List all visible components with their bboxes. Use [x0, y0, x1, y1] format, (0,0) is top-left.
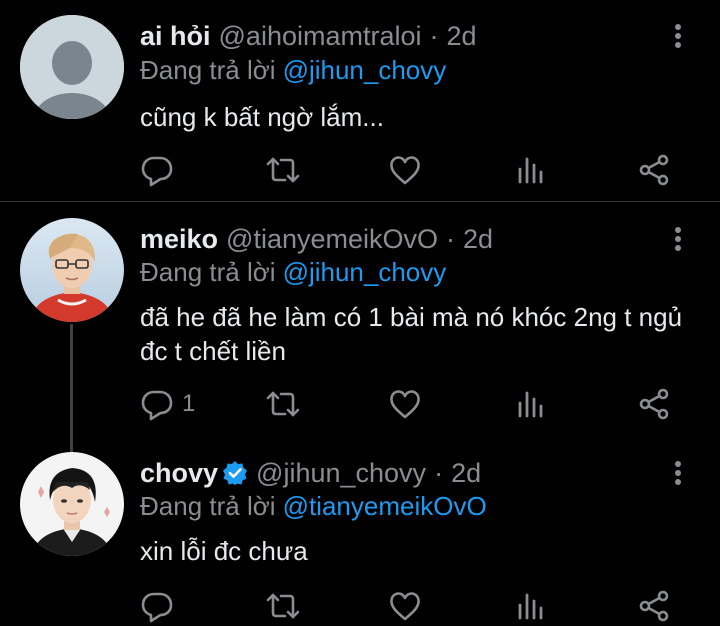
- mention-link[interactable]: @jihun_chovy: [283, 55, 447, 86]
- timestamp[interactable]: 2d: [463, 224, 493, 255]
- reply-button[interactable]: [140, 150, 182, 190]
- more-options-button[interactable]: [666, 19, 690, 53]
- replying-to: Đang trả lời @tianyemeikOvO: [140, 490, 487, 522]
- timestamp[interactable]: 2d: [451, 458, 481, 489]
- more-options-button[interactable]: [666, 456, 690, 490]
- retweet-icon: [266, 593, 300, 619]
- reply-button[interactable]: [140, 586, 182, 626]
- share-icon: [639, 154, 669, 186]
- tweet-2[interactable]: meiko @tianyemeikOvO · 2d Đang trả lời @…: [0, 202, 720, 440]
- analytics-icon: [518, 593, 543, 620]
- action-bar: 1: [0, 384, 720, 424]
- like-button[interactable]: [388, 586, 422, 626]
- more-options-icon: [675, 24, 681, 48]
- reply-button[interactable]: 1: [140, 384, 195, 424]
- more-options-icon: [675, 461, 681, 485]
- display-name[interactable]: ai hỏi: [140, 21, 211, 52]
- share-button[interactable]: [637, 150, 671, 190]
- mention-link[interactable]: @tianyemeikOvO: [283, 491, 487, 522]
- analytics-button[interactable]: [514, 586, 548, 626]
- display-name[interactable]: chovy: [140, 458, 218, 489]
- replying-to: Đang trả lời @jihun_chovy: [140, 256, 446, 288]
- tweet-header: meiko @tianyemeikOvO · 2d: [140, 222, 493, 256]
- analytics-icon: [518, 391, 543, 418]
- profile-photo-icon: [20, 218, 124, 322]
- mention-link[interactable]: @jihun_chovy: [283, 257, 447, 288]
- verified-badge-icon: [223, 461, 248, 485]
- retweet-button[interactable]: [265, 150, 301, 190]
- tweet-3[interactable]: chovy @jihun_chovy · 2d Đang trả lời @ti…: [0, 440, 720, 626]
- tweet-header: ai hỏi @aihoimamtraloi · 2d: [140, 19, 477, 53]
- separator-dot: ·: [446, 223, 456, 254]
- retweet-icon: [266, 157, 300, 183]
- tweet-text: đã he đã he làm có 1 bài mà nó khóc 2ng …: [140, 302, 683, 366]
- user-handle[interactable]: @aihoimamtraloi: [219, 21, 422, 52]
- display-name[interactable]: meiko: [140, 224, 218, 255]
- separator-dot: ·: [429, 20, 439, 51]
- profile-photo-icon: [20, 452, 124, 556]
- replying-to-label: Đang trả lời: [140, 256, 276, 287]
- separator-dot: ·: [434, 457, 444, 488]
- thread-connector: [70, 324, 73, 452]
- avatar-default[interactable]: [20, 15, 124, 119]
- share-button[interactable]: [637, 586, 671, 626]
- share-icon: [639, 590, 669, 622]
- retweet-button[interactable]: [265, 384, 301, 424]
- action-bar: [0, 586, 720, 626]
- timestamp[interactable]: 2d: [447, 21, 477, 52]
- avatar-meiko[interactable]: [20, 218, 124, 322]
- replying-to: Đang trả lời @jihun_chovy: [140, 54, 446, 86]
- user-handle[interactable]: @jihun_chovy: [256, 458, 426, 489]
- share-button[interactable]: [637, 384, 671, 424]
- tweet-1[interactable]: ai hỏi @aihoimamtraloi · 2d Đang trả lời…: [0, 0, 720, 200]
- reply-count: 1: [182, 390, 196, 417]
- tweet-text: xin lỗi đc chưa: [140, 536, 308, 566]
- share-icon: [639, 388, 669, 420]
- like-icon: [390, 592, 420, 621]
- replying-to-label: Đang trả lời: [140, 490, 276, 521]
- analytics-button[interactable]: [514, 384, 548, 424]
- more-options-button[interactable]: [666, 222, 690, 256]
- action-bar: [0, 150, 720, 190]
- analytics-button[interactable]: [514, 150, 548, 190]
- default-avatar-icon: [20, 15, 124, 119]
- retweet-icon: [266, 391, 300, 417]
- analytics-icon: [518, 157, 543, 184]
- reply-icon: [141, 390, 173, 421]
- like-button[interactable]: [388, 150, 422, 190]
- user-handle[interactable]: @tianyemeikOvO: [226, 224, 438, 255]
- reply-icon: [141, 592, 173, 623]
- avatar-chovy[interactable]: [20, 452, 124, 556]
- like-button[interactable]: [388, 384, 422, 424]
- tweet-header: chovy @jihun_chovy · 2d: [140, 456, 481, 490]
- like-icon: [390, 390, 420, 419]
- retweet-button[interactable]: [265, 586, 301, 626]
- replying-to-label: Đang trả lời: [140, 54, 276, 85]
- like-icon: [390, 156, 420, 185]
- tweet-text: cũng k bất ngờ lắm...: [140, 102, 384, 132]
- more-options-icon: [675, 227, 681, 251]
- reply-icon: [141, 156, 173, 187]
